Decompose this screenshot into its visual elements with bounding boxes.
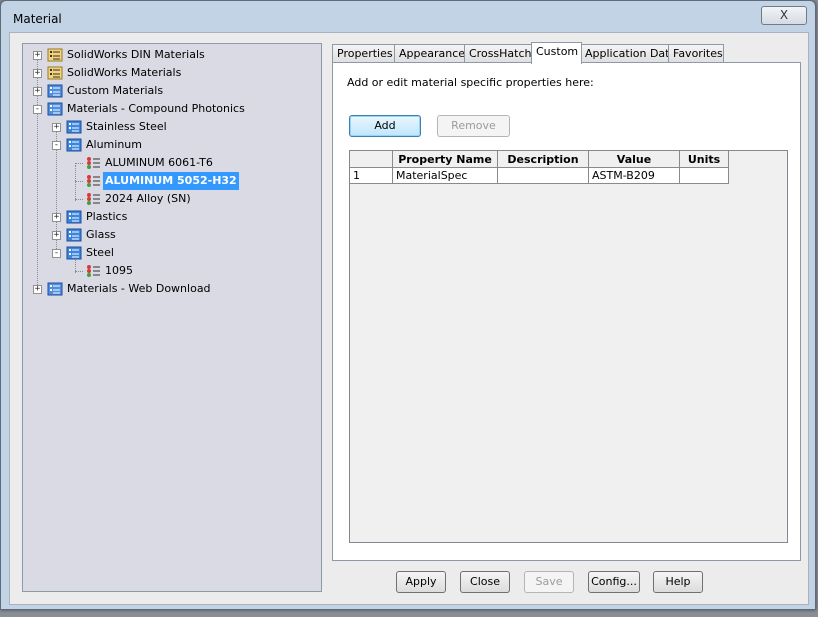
tab-application-data[interactable]: Application Data: [580, 44, 676, 63]
tab-crosshatch[interactable]: CrossHatch: [464, 44, 533, 63]
value-cell[interactable]: ASTM-B209: [588, 167, 680, 184]
material-icon: [85, 156, 101, 170]
tree-node-label[interactable]: SolidWorks Materials: [65, 64, 183, 82]
collapse-icon[interactable]: -: [52, 249, 61, 258]
tree-node[interactable]: 2024 Alloy (SN): [23, 190, 319, 208]
tree-node-label[interactable]: ALUMINUM 5052-H32: [103, 172, 239, 190]
tree-node-label[interactable]: Materials - Web Download: [65, 280, 213, 298]
table-row[interactable]: 1 MaterialSpec ASTM-B209: [350, 167, 729, 184]
tree-node-label[interactable]: Stainless Steel: [84, 118, 169, 136]
description-cell[interactable]: [497, 167, 589, 184]
collapse-icon[interactable]: -: [33, 105, 42, 114]
material-dialog: Material X + SolidWorks DIN Materials + Sol…: [0, 0, 816, 610]
column-header-description[interactable]: Description: [497, 151, 589, 168]
tree-node[interactable]: ALUMINUM 5052-H32: [23, 172, 319, 190]
save-button[interactable]: Save: [524, 571, 574, 593]
category-icon: [66, 120, 82, 134]
library-blue-icon: [47, 282, 63, 296]
dialog-client-area: + SolidWorks DIN Materials + SolidWorks Mat…: [9, 32, 809, 605]
tree-connector: [75, 181, 83, 182]
custom-tab-panel: Add or edit material specific properties…: [332, 62, 801, 561]
tree-node-label[interactable]: SolidWorks DIN Materials: [65, 46, 207, 64]
tree-node-label[interactable]: Custom Materials: [65, 82, 165, 100]
column-header-index: [350, 151, 393, 168]
library-blue-icon: [47, 102, 63, 116]
window-title: Material: [13, 12, 62, 26]
library-blue-icon: [47, 84, 63, 98]
tree-connector: [75, 199, 83, 200]
row-index-cell[interactable]: 1: [350, 167, 393, 184]
properties-grid[interactable]: Property Name Description Value Units 1 …: [349, 150, 788, 543]
tree-node[interactable]: + SolidWorks Materials: [23, 64, 319, 82]
units-cell[interactable]: [679, 167, 729, 184]
expand-icon[interactable]: +: [33, 69, 42, 78]
tree-node[interactable]: - Materials - Compound Photonics: [23, 100, 319, 118]
tree-node[interactable]: + Stainless Steel: [23, 118, 319, 136]
tree-node-label[interactable]: Plastics: [84, 208, 129, 226]
close-window-button[interactable]: X: [761, 6, 807, 25]
material-icon: [85, 174, 101, 188]
category-icon: [66, 210, 82, 224]
expand-icon[interactable]: +: [52, 231, 61, 240]
tree-node[interactable]: - Aluminum: [23, 136, 319, 154]
grid-header-row: Property Name Description Value Units: [350, 151, 729, 168]
title-bar: Material X: [1, 1, 815, 35]
category-icon: [66, 246, 82, 260]
expand-icon[interactable]: +: [33, 87, 42, 96]
material-icon: [85, 192, 101, 206]
expand-icon[interactable]: +: [33, 285, 42, 294]
tree-node[interactable]: + Custom Materials: [23, 82, 319, 100]
tree-node-label[interactable]: Steel: [84, 244, 116, 262]
tree-node-label[interactable]: ALUMINUM 6061-T6: [103, 154, 215, 172]
config-button[interactable]: Config...: [588, 571, 640, 593]
tree-node-label[interactable]: 1095: [103, 262, 135, 280]
expand-icon[interactable]: +: [52, 213, 61, 222]
tree-node-label[interactable]: 2024 Alloy (SN): [103, 190, 193, 208]
collapse-icon[interactable]: -: [52, 141, 61, 150]
remove-button[interactable]: Remove: [437, 115, 510, 137]
material-icon: [85, 264, 101, 278]
tab-custom[interactable]: Custom: [531, 42, 582, 64]
tab-appearance[interactable]: Appearance: [394, 44, 466, 63]
tree-node-label[interactable]: Glass: [84, 226, 118, 244]
apply-button[interactable]: Apply: [396, 571, 446, 593]
material-tree[interactable]: + SolidWorks DIN Materials + SolidWorks Mat…: [22, 43, 322, 592]
tree-node[interactable]: ALUMINUM 6061-T6: [23, 154, 319, 172]
tree-connector: [75, 271, 83, 272]
column-header-value[interactable]: Value: [588, 151, 680, 168]
category-icon: [66, 228, 82, 242]
tree-node[interactable]: + Plastics: [23, 208, 319, 226]
tree-node-label[interactable]: Aluminum: [84, 136, 144, 154]
column-header-property-name[interactable]: Property Name: [392, 151, 498, 168]
tree-node[interactable]: - Steel: [23, 244, 319, 262]
tree-node[interactable]: 1095: [23, 262, 319, 280]
expand-icon[interactable]: +: [52, 123, 61, 132]
category-icon: [66, 138, 82, 152]
add-button[interactable]: Add: [349, 115, 421, 137]
tree-node-label[interactable]: Materials - Compound Photonics: [65, 100, 247, 118]
property-name-cell[interactable]: MaterialSpec: [392, 167, 498, 184]
tree-node[interactable]: + Materials - Web Download: [23, 280, 319, 298]
library-folder-icon: [47, 66, 63, 80]
library-folder-icon: [47, 48, 63, 62]
column-header-units[interactable]: Units: [679, 151, 729, 168]
expand-icon[interactable]: +: [33, 51, 42, 60]
custom-hint: Add or edit material specific properties…: [347, 76, 594, 89]
tree-connector: [75, 163, 83, 164]
properties-table: Property Name Description Value Units 1 …: [350, 151, 729, 184]
close-button[interactable]: Close: [460, 571, 510, 593]
tree-node[interactable]: + SolidWorks DIN Materials: [23, 46, 319, 64]
help-button[interactable]: Help: [653, 571, 703, 593]
tab-favorites[interactable]: Favorites: [668, 44, 724, 63]
tab-properties[interactable]: Properties: [332, 44, 396, 63]
tree-node[interactable]: + Glass: [23, 226, 319, 244]
